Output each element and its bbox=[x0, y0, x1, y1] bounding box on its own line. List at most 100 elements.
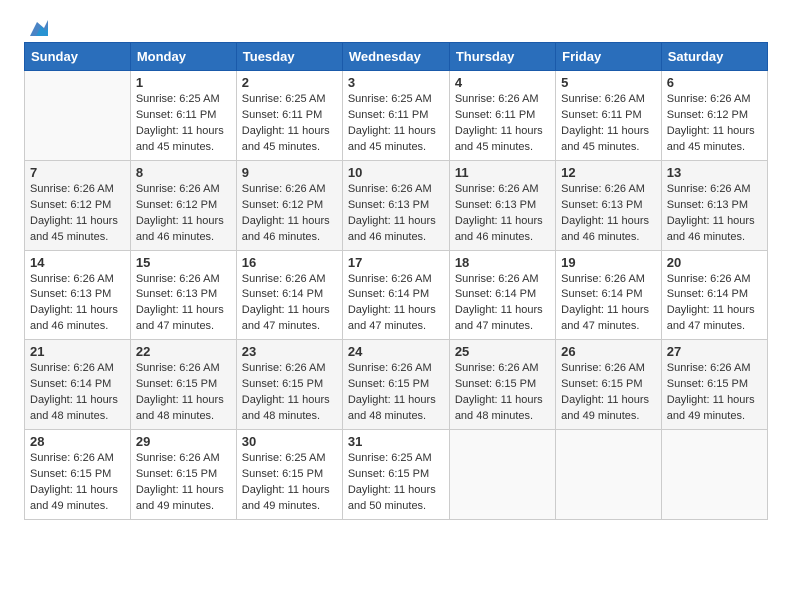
day-info: Sunrise: 6:26 AMSunset: 6:14 PMDaylight:… bbox=[30, 362, 118, 422]
calendar-cell bbox=[25, 71, 131, 161]
day-number: 15 bbox=[136, 255, 231, 270]
calendar-cell: 10 Sunrise: 6:26 AMSunset: 6:13 PMDayligh… bbox=[342, 160, 449, 250]
day-number: 5 bbox=[561, 75, 656, 90]
calendar-cell: 11Sunrise: 6:26 AMSunset: 6:13 PMDayligh… bbox=[449, 160, 555, 250]
calendar-cell: 3 Sunrise: 6:25 AMSunset: 6:11 PMDaylight… bbox=[342, 71, 449, 161]
calendar-week-row: 7 Sunrise: 6:26 AMSunset: 6:12 PMDaylight… bbox=[25, 160, 768, 250]
calendar-cell: 20 Sunrise: 6:26 AMSunset: 6:14 PMDayligh… bbox=[661, 250, 767, 340]
day-number: 1 bbox=[136, 75, 231, 90]
day-number: 16 bbox=[242, 255, 337, 270]
calendar-week-row: 1 Sunrise: 6:25 AMSunset: 6:11 PMDaylight… bbox=[25, 71, 768, 161]
calendar-cell: 6 Sunrise: 6:26 AMSunset: 6:12 PMDaylight… bbox=[661, 71, 767, 161]
day-number: 2 bbox=[242, 75, 337, 90]
day-number: 19 bbox=[561, 255, 656, 270]
header-day-sunday: Sunday bbox=[25, 43, 131, 71]
day-number: 3 bbox=[348, 75, 444, 90]
day-number: 9 bbox=[242, 165, 337, 180]
day-number: 30 bbox=[242, 434, 337, 449]
day-info: Sunrise: 6:26 AMSunset: 6:13 PMDaylight:… bbox=[667, 183, 755, 243]
calendar-cell: 24 Sunrise: 6:26 AMSunset: 6:15 PMDayligh… bbox=[342, 340, 449, 430]
day-number: 26 bbox=[561, 344, 656, 359]
calendar-cell: 30 Sunrise: 6:25 AMSunset: 6:15 PMDayligh… bbox=[236, 430, 342, 520]
calendar-cell bbox=[661, 430, 767, 520]
day-info: Sunrise: 6:26 AMSunset: 6:15 PMDaylight:… bbox=[136, 452, 224, 512]
calendar-cell: 13 Sunrise: 6:26 AMSunset: 6:13 PMDayligh… bbox=[661, 160, 767, 250]
day-info: Sunrise: 6:26 AMSunset: 6:12 PMDaylight:… bbox=[136, 183, 224, 243]
calendar-cell: 17Sunrise: 6:26 AMSunset: 6:14 PMDayligh… bbox=[342, 250, 449, 340]
calendar-cell: 14 Sunrise: 6:26 AMSunset: 6:13 PMDayligh… bbox=[25, 250, 131, 340]
day-number: 14 bbox=[30, 255, 125, 270]
day-info: Sunrise: 6:26 AMSunset: 6:11 PMDaylight:… bbox=[561, 93, 649, 153]
day-number: 22 bbox=[136, 344, 231, 359]
calendar-cell: 26 Sunrise: 6:26 AMSunset: 6:15 PMDayligh… bbox=[556, 340, 662, 430]
day-info: Sunrise: 6:26 AMSunset: 6:13 PMDaylight:… bbox=[348, 183, 436, 243]
calendar-cell: 1 Sunrise: 6:25 AMSunset: 6:11 PMDaylight… bbox=[130, 71, 236, 161]
calendar-week-row: 14 Sunrise: 6:26 AMSunset: 6:13 PMDayligh… bbox=[25, 250, 768, 340]
day-info: Sunrise: 6:25 AMSunset: 6:15 PMDaylight:… bbox=[348, 452, 436, 512]
day-info: Sunrise: 6:26 AMSunset: 6:14 PMDaylight:… bbox=[561, 273, 649, 333]
day-info: Sunrise: 6:26 AMSunset: 6:14 PMDaylight:… bbox=[348, 273, 436, 333]
header-day-saturday: Saturday bbox=[661, 43, 767, 71]
day-number: 25 bbox=[455, 344, 550, 359]
day-info: Sunrise: 6:26 AMSunset: 6:13 PMDaylight:… bbox=[30, 273, 118, 333]
day-info: Sunrise: 6:25 AMSunset: 6:11 PMDaylight:… bbox=[242, 93, 330, 153]
header-day-wednesday: Wednesday bbox=[342, 43, 449, 71]
day-info: Sunrise: 6:26 AMSunset: 6:15 PMDaylight:… bbox=[348, 362, 436, 422]
calendar-table: SundayMondayTuesdayWednesdayThursdayFrid… bbox=[24, 42, 768, 520]
day-number: 13 bbox=[667, 165, 762, 180]
calendar-cell: 16Sunrise: 6:26 AMSunset: 6:14 PMDayligh… bbox=[236, 250, 342, 340]
day-info: Sunrise: 6:25 AMSunset: 6:11 PMDaylight:… bbox=[136, 93, 224, 153]
calendar-header-row: SundayMondayTuesdayWednesdayThursdayFrid… bbox=[25, 43, 768, 71]
day-info: Sunrise: 6:26 AMSunset: 6:15 PMDaylight:… bbox=[136, 362, 224, 422]
header-day-thursday: Thursday bbox=[449, 43, 555, 71]
calendar-cell: 8Sunrise: 6:26 AMSunset: 6:12 PMDaylight… bbox=[130, 160, 236, 250]
calendar-cell: 7 Sunrise: 6:26 AMSunset: 6:12 PMDaylight… bbox=[25, 160, 131, 250]
day-info: Sunrise: 6:26 AMSunset: 6:15 PMDaylight:… bbox=[561, 362, 649, 422]
day-info: Sunrise: 6:26 AMSunset: 6:13 PMDaylight:… bbox=[136, 273, 224, 333]
day-number: 10 bbox=[348, 165, 444, 180]
calendar-cell bbox=[449, 430, 555, 520]
header-day-monday: Monday bbox=[130, 43, 236, 71]
calendar-cell: 27Sunrise: 6:26 AMSunset: 6:15 PMDayligh… bbox=[661, 340, 767, 430]
day-number: 20 bbox=[667, 255, 762, 270]
calendar-cell: 22 Sunrise: 6:26 AMSunset: 6:15 PMDayligh… bbox=[130, 340, 236, 430]
calendar-cell: 31 Sunrise: 6:25 AMSunset: 6:15 PMDayligh… bbox=[342, 430, 449, 520]
calendar-cell: 28 Sunrise: 6:26 AMSunset: 6:15 PMDayligh… bbox=[25, 430, 131, 520]
calendar-cell: 9 Sunrise: 6:26 AMSunset: 6:12 PMDaylight… bbox=[236, 160, 342, 250]
day-number: 6 bbox=[667, 75, 762, 90]
day-number: 29 bbox=[136, 434, 231, 449]
calendar-cell: 25 Sunrise: 6:26 AMSunset: 6:15 PMDayligh… bbox=[449, 340, 555, 430]
calendar-cell: 19 Sunrise: 6:26 AMSunset: 6:14 PMDayligh… bbox=[556, 250, 662, 340]
calendar-cell bbox=[556, 430, 662, 520]
day-number: 31 bbox=[348, 434, 444, 449]
day-info: Sunrise: 6:25 AMSunset: 6:15 PMDaylight:… bbox=[242, 452, 330, 512]
calendar-cell: 23Sunrise: 6:26 AMSunset: 6:15 PMDayligh… bbox=[236, 340, 342, 430]
day-info: Sunrise: 6:26 AMSunset: 6:12 PMDaylight:… bbox=[667, 93, 755, 153]
calendar-cell: 12Sunrise: 6:26 AMSunset: 6:13 PMDayligh… bbox=[556, 160, 662, 250]
day-info: Sunrise: 6:26 AMSunset: 6:12 PMDaylight:… bbox=[30, 183, 118, 243]
logo-icon bbox=[26, 18, 48, 40]
day-info: Sunrise: 6:26 AMSunset: 6:12 PMDaylight:… bbox=[242, 183, 330, 243]
page-header bbox=[24, 20, 768, 34]
day-number: 28 bbox=[30, 434, 125, 449]
day-info: Sunrise: 6:26 AMSunset: 6:14 PMDaylight:… bbox=[455, 273, 543, 333]
logo bbox=[24, 20, 48, 34]
day-number: 18 bbox=[455, 255, 550, 270]
day-number: 4 bbox=[455, 75, 550, 90]
day-info: Sunrise: 6:26 AMSunset: 6:11 PMDaylight:… bbox=[455, 93, 543, 153]
calendar-cell: 4 Sunrise: 6:26 AMSunset: 6:11 PMDaylight… bbox=[449, 71, 555, 161]
day-number: 7 bbox=[30, 165, 125, 180]
day-info: Sunrise: 6:26 AMSunset: 6:13 PMDaylight:… bbox=[561, 183, 649, 243]
day-info: Sunrise: 6:25 AMSunset: 6:11 PMDaylight:… bbox=[348, 93, 436, 153]
calendar-week-row: 28 Sunrise: 6:26 AMSunset: 6:15 PMDayligh… bbox=[25, 430, 768, 520]
day-number: 24 bbox=[348, 344, 444, 359]
day-info: Sunrise: 6:26 AMSunset: 6:14 PMDaylight:… bbox=[667, 273, 755, 333]
day-info: Sunrise: 6:26 AMSunset: 6:15 PMDaylight:… bbox=[30, 452, 118, 512]
day-info: Sunrise: 6:26 AMSunset: 6:13 PMDaylight:… bbox=[455, 183, 543, 243]
day-info: Sunrise: 6:26 AMSunset: 6:15 PMDaylight:… bbox=[455, 362, 543, 422]
calendar-cell: 2 Sunrise: 6:25 AMSunset: 6:11 PMDaylight… bbox=[236, 71, 342, 161]
day-number: 23 bbox=[242, 344, 337, 359]
calendar-week-row: 21Sunrise: 6:26 AMSunset: 6:14 PMDayligh… bbox=[25, 340, 768, 430]
calendar-cell: 29 Sunrise: 6:26 AMSunset: 6:15 PMDayligh… bbox=[130, 430, 236, 520]
calendar-cell: 5 Sunrise: 6:26 AMSunset: 6:11 PMDaylight… bbox=[556, 71, 662, 161]
